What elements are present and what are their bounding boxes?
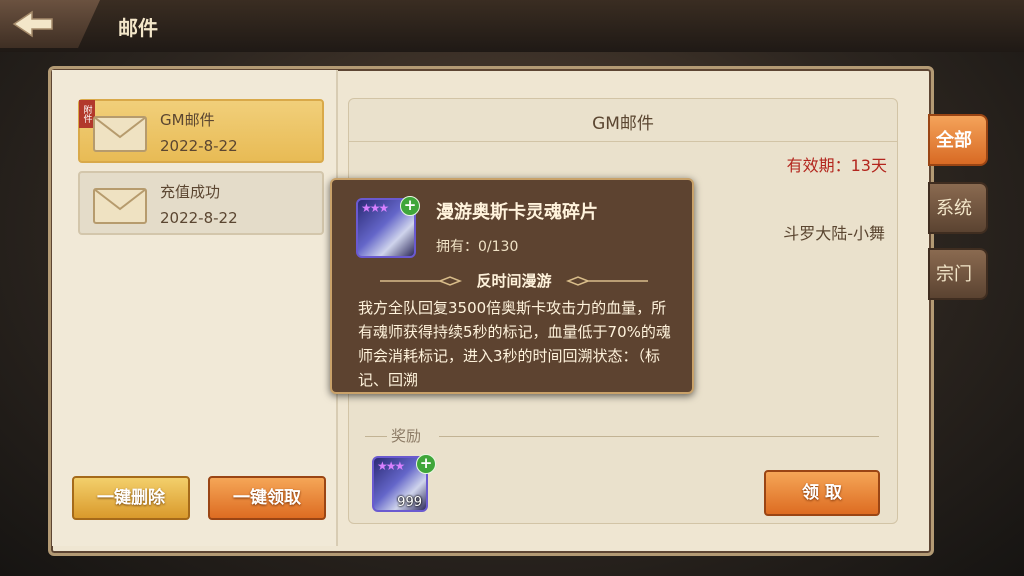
skill-header: 反时间漫游 [380, 270, 648, 292]
claim-button[interactable]: 领 取 [764, 470, 880, 516]
item-name: 漫游奥斯卡灵魂碎片 [436, 202, 598, 223]
back-button[interactable] [0, 0, 100, 48]
page-title: 邮件 [118, 16, 158, 40]
star-rank-icon: ★★★ [361, 201, 389, 215]
mail-item-recharge[interactable]: 充值成功 2022-8-22 [78, 171, 324, 235]
reward-count: 999 [397, 495, 422, 510]
mail-date: 2022-8-22 [160, 209, 238, 227]
validity-text: 有效期：13天 [786, 156, 887, 175]
mail-title: GM邮件 [160, 111, 215, 129]
plus-icon: + [416, 454, 436, 474]
claim-all-button[interactable]: 一键领取 [208, 476, 326, 520]
item-owned: 拥有：0/130 [436, 239, 519, 255]
detail-title: GM邮件 [592, 114, 654, 134]
top-bar: 邮件 [0, 0, 1024, 52]
mail-title: 充值成功 [160, 183, 221, 201]
delete-all-button[interactable]: 一键删除 [72, 476, 190, 520]
reward-label: 奖励 [391, 427, 422, 445]
divider [439, 436, 879, 437]
tab-system[interactable]: 系统 [928, 182, 988, 234]
mail-item-gm[interactable]: 附件 GM邮件 2022-8-22 [78, 99, 324, 163]
tab-sect[interactable]: 宗门 [928, 248, 988, 300]
sender-text: 斗罗大陆-小舞 [783, 224, 885, 243]
mail-date: 2022-8-22 [160, 137, 238, 155]
ornament-right-icon [565, 276, 648, 286]
tab-all[interactable]: 全部 [928, 114, 988, 166]
skill-description: 我方全队回复3500倍奥斯卡攻击力的血量，所有魂师获得持续5秒的标记，血量低于7… [358, 299, 671, 389]
star-rank-icon: ★★★ [377, 459, 405, 473]
item-tooltip: ★★★ + 漫游奥斯卡灵魂碎片 拥有：0/130 反时间漫游 我方全队回复350… [330, 178, 694, 394]
envelope-icon [93, 188, 147, 224]
divider [349, 141, 897, 142]
plus-icon: + [400, 196, 420, 216]
divider [365, 436, 387, 437]
back-arrow-icon [12, 10, 53, 38]
envelope-icon [93, 116, 147, 152]
